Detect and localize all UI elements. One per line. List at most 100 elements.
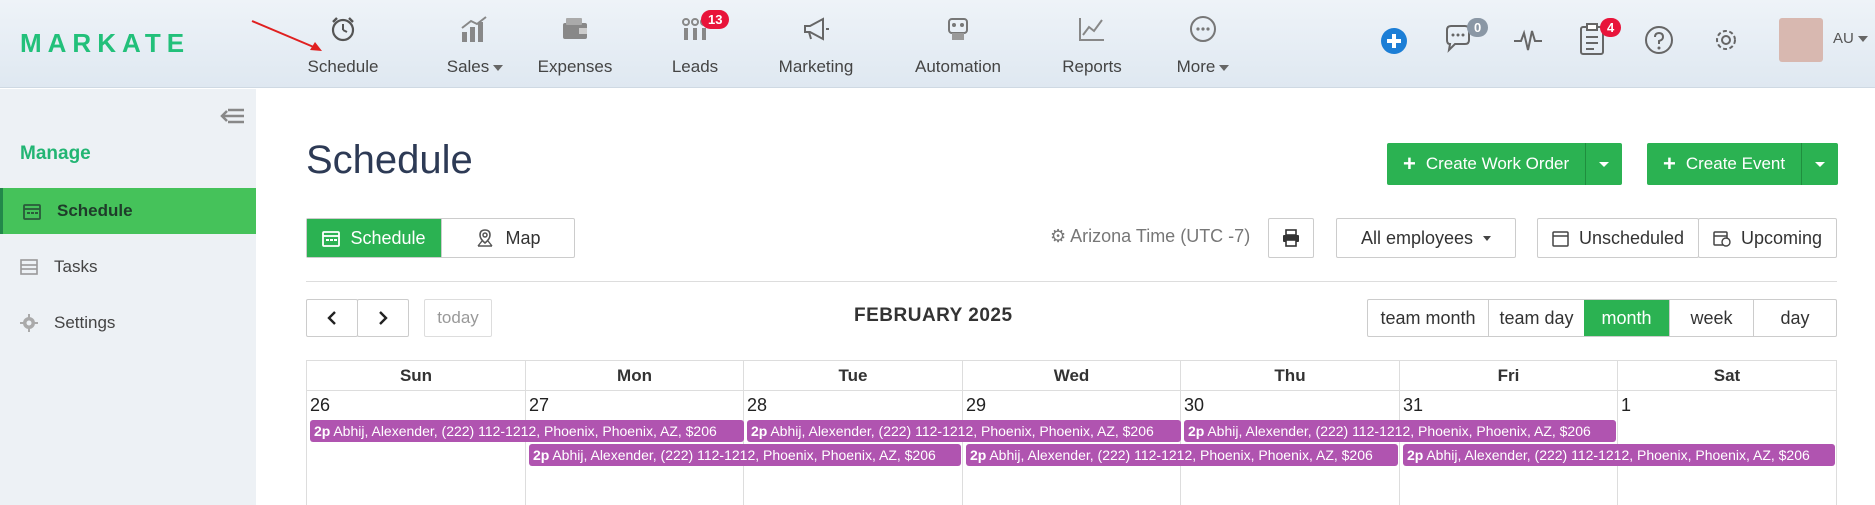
nav-marketing[interactable]: Marketing bbox=[774, 12, 858, 77]
sidebar: Manage Schedule Tasks Settings bbox=[0, 89, 256, 505]
calendar-event[interactable]: 2p Abhij, Alexender, (222) 112-1212, Phoe… bbox=[747, 420, 1181, 442]
view-day-button[interactable]: day bbox=[1753, 300, 1836, 336]
timezone-label: Arizona Time (UTC -7) bbox=[1070, 226, 1251, 246]
user-menu[interactable]: AU bbox=[1833, 30, 1868, 47]
create-work-order-button[interactable]: + Create Work Order bbox=[1387, 143, 1587, 185]
create-work-order-dropdown[interactable] bbox=[1586, 143, 1622, 185]
event-time: 2p bbox=[751, 423, 768, 439]
schedule-view-button[interactable]: Schedule bbox=[307, 219, 441, 257]
nav-sales[interactable]: Sales bbox=[430, 12, 520, 77]
activity-pulse-icon[interactable] bbox=[1512, 26, 1544, 56]
sidebar-item-tasks[interactable]: Tasks bbox=[0, 244, 256, 290]
nav-automation[interactable]: Automation bbox=[909, 12, 1007, 77]
bar-chart-icon bbox=[430, 12, 520, 46]
add-circle-icon[interactable] bbox=[1380, 27, 1408, 55]
sidebar-item-label: Tasks bbox=[54, 257, 98, 276]
calendar-event[interactable]: 2p Abhij, Alexender, (222) 112-1212, Phoe… bbox=[966, 444, 1398, 466]
nav-reports[interactable]: Reports bbox=[1052, 12, 1132, 77]
day-cell[interactable]: 26 bbox=[307, 391, 526, 505]
event-time: 2p bbox=[1407, 447, 1424, 463]
calendar-event[interactable]: 2p Abhij, Alexender, (222) 112-1212, Phoe… bbox=[310, 420, 744, 442]
today-button[interactable]: today bbox=[424, 299, 492, 337]
tasks-count-badge: 4 bbox=[1600, 18, 1622, 37]
calendar-clock-icon bbox=[1713, 230, 1731, 247]
alarm-clock-icon bbox=[303, 12, 383, 46]
chevron-down-icon bbox=[1599, 161, 1610, 167]
nav-expenses[interactable]: Expenses bbox=[535, 12, 615, 77]
top-navigation-bar: MARKATE Schedule Sales Expenses Leads 13 bbox=[0, 0, 1875, 88]
unscheduled-button[interactable]: Unscheduled bbox=[1537, 218, 1699, 258]
collapse-sidebar-icon[interactable] bbox=[220, 105, 246, 127]
line-chart-icon bbox=[1052, 12, 1132, 46]
view-toggle: Schedule Map bbox=[306, 218, 575, 258]
robot-icon bbox=[909, 12, 1007, 46]
nav-more[interactable]: More bbox=[1165, 12, 1241, 77]
create-event-button-group: + Create Event bbox=[1647, 143, 1839, 185]
create-work-order-button-group: + Create Work Order bbox=[1387, 143, 1623, 185]
sidebar-item-label: Settings bbox=[54, 313, 116, 332]
chevron-down-icon bbox=[1483, 235, 1492, 241]
prev-month-button[interactable] bbox=[306, 299, 358, 337]
map-view-button[interactable]: Map bbox=[441, 219, 574, 257]
nav-schedule[interactable]: Schedule bbox=[303, 12, 383, 77]
wallet-icon bbox=[535, 12, 615, 46]
view-month-button[interactable]: month bbox=[1584, 300, 1669, 336]
nav-label: Leads bbox=[671, 57, 719, 76]
calendar-event[interactable]: 2p Abhij, Alexender, (222) 112-1212, Phoe… bbox=[1184, 420, 1616, 442]
schedule-view-label: Schedule bbox=[350, 227, 426, 248]
nav-label: Schedule bbox=[307, 57, 379, 76]
calendar-view-switcher: team month team day month week day bbox=[1367, 299, 1837, 337]
help-icon[interactable] bbox=[1644, 25, 1674, 55]
divider bbox=[306, 281, 1837, 282]
next-month-button[interactable] bbox=[357, 299, 409, 337]
user-avatar[interactable] bbox=[1779, 18, 1823, 62]
map-view-label: Map bbox=[505, 227, 541, 248]
day-number: 26 bbox=[310, 395, 331, 415]
markate-logo[interactable]: MARKATE bbox=[20, 28, 190, 59]
chat-button[interactable]: 0 bbox=[1443, 18, 1489, 59]
leads-count-badge: 13 bbox=[701, 10, 730, 29]
calendar-icon bbox=[322, 231, 341, 247]
create-event-label: Create Event bbox=[1685, 154, 1786, 173]
megaphone-icon bbox=[774, 12, 858, 46]
nav-label: Sales bbox=[446, 57, 490, 76]
view-week-button[interactable]: week bbox=[1669, 300, 1753, 336]
calendar-event[interactable]: 2p Abhij, Alexender, (222) 112-1212, Phoe… bbox=[1403, 444, 1835, 466]
employees-select[interactable]: All employees bbox=[1336, 218, 1516, 258]
month-title: FEBRUARY 2025 bbox=[854, 305, 1013, 326]
event-title: Abhij, Alexender, (222) 112-1212, Phoeni… bbox=[1426, 447, 1810, 463]
upcoming-button[interactable]: Upcoming bbox=[1698, 218, 1837, 258]
create-work-order-label: Create Work Order bbox=[1425, 154, 1570, 173]
view-team-day-button[interactable]: team day bbox=[1488, 300, 1584, 336]
weekday-header: Thu bbox=[1181, 361, 1400, 391]
create-event-dropdown[interactable] bbox=[1802, 143, 1838, 185]
user-initials: AU bbox=[1833, 30, 1854, 47]
plus-icon: + bbox=[1663, 151, 1676, 176]
view-team-month-button[interactable]: team month bbox=[1368, 300, 1488, 336]
day-number: 28 bbox=[747, 395, 768, 415]
settings-gear-icon[interactable] bbox=[1711, 25, 1741, 55]
calendar-event[interactable]: 2p Abhij, Alexender, (222) 112-1212, Phoe… bbox=[529, 444, 961, 466]
weekday-header: Tue bbox=[744, 361, 963, 391]
nav-label: Expenses bbox=[537, 57, 613, 76]
tasks-button[interactable]: 4 bbox=[1578, 18, 1622, 61]
timezone-setting[interactable]: ⚙ Arizona Time (UTC -7) bbox=[1050, 226, 1250, 247]
print-button[interactable] bbox=[1268, 218, 1314, 258]
create-event-button[interactable]: + Create Event bbox=[1647, 143, 1803, 185]
chevron-right-icon bbox=[379, 311, 388, 325]
event-title: Abhij, Alexender, (222) 112-1212, Phoeni… bbox=[333, 423, 717, 439]
plus-icon: + bbox=[1403, 151, 1416, 176]
day-number: 31 bbox=[1403, 395, 1424, 415]
nav-leads[interactable]: Leads 13 bbox=[655, 10, 735, 77]
event-title: Abhij, Alexender, (222) 112-1212, Phoeni… bbox=[1207, 423, 1591, 439]
day-number: 29 bbox=[966, 395, 987, 415]
sidebar-item-settings[interactable]: Settings bbox=[0, 300, 256, 346]
page-title: Schedule bbox=[306, 138, 473, 182]
chevron-down-icon bbox=[1219, 64, 1230, 71]
nav-label: More bbox=[1176, 57, 1216, 76]
chat-count-badge: 0 bbox=[1467, 18, 1489, 37]
chevron-left-icon bbox=[327, 311, 336, 325]
sidebar-item-schedule[interactable]: Schedule bbox=[0, 188, 256, 234]
gear-icon bbox=[20, 314, 54, 332]
event-title: Abhij, Alexender, (222) 112-1212, Phoeni… bbox=[989, 447, 1373, 463]
